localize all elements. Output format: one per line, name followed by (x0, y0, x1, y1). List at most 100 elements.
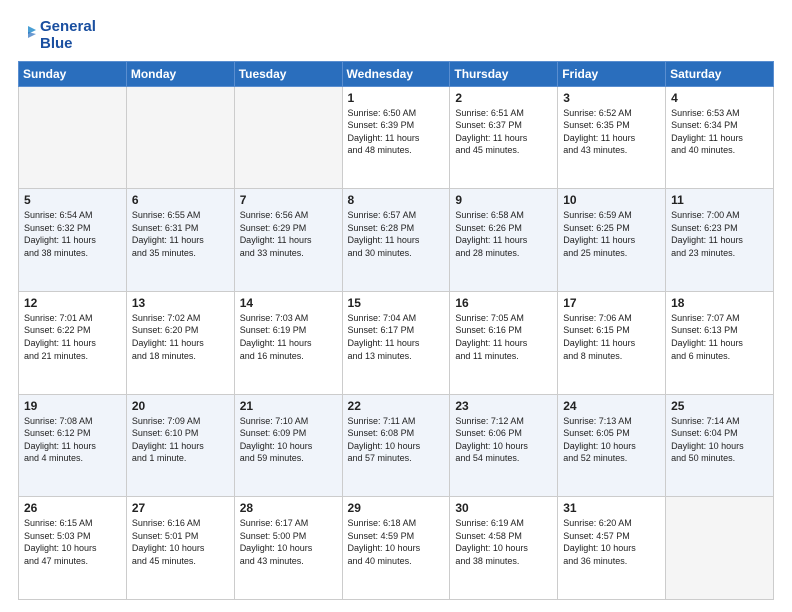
day-number: 10 (563, 193, 660, 207)
day-number: 23 (455, 399, 552, 413)
day-info: Sunrise: 7:00 AM Sunset: 6:23 PM Dayligh… (671, 209, 768, 259)
day-info: Sunrise: 6:52 AM Sunset: 6:35 PM Dayligh… (563, 107, 660, 157)
day-info: Sunrise: 7:13 AM Sunset: 6:05 PM Dayligh… (563, 415, 660, 465)
day-info: Sunrise: 7:06 AM Sunset: 6:15 PM Dayligh… (563, 312, 660, 362)
day-info: Sunrise: 7:08 AM Sunset: 6:12 PM Dayligh… (24, 415, 121, 465)
day-info: Sunrise: 7:04 AM Sunset: 6:17 PM Dayligh… (348, 312, 445, 362)
day-cell: 28 Sunrise: 6:17 AM Sunset: 5:00 PM Dayli… (234, 497, 342, 600)
weekday-wednesday: Wednesday (342, 61, 450, 86)
weekday-sunday: Sunday (19, 61, 127, 86)
day-cell: 8 Sunrise: 6:57 AM Sunset: 6:28 PM Daylig… (342, 189, 450, 292)
week-row-2: 5 Sunrise: 6:54 AM Sunset: 6:32 PM Daylig… (19, 189, 774, 292)
day-cell: 22Sunrise: 7:11 AM Sunset: 6:08 PM Dayli… (342, 394, 450, 497)
day-info: Sunrise: 7:14 AM Sunset: 6:04 PM Dayligh… (671, 415, 768, 465)
weekday-saturday: Saturday (666, 61, 774, 86)
day-number: 25 (671, 399, 768, 413)
week-row-1: 1Sunrise: 6:50 AM Sunset: 6:39 PM Daylig… (19, 86, 774, 189)
day-number: 18 (671, 296, 768, 310)
day-cell: 30 Sunrise: 6:19 AM Sunset: 4:58 PM Dayli… (450, 497, 558, 600)
day-info: Sunrise: 6:20 AM Sunset: 4:57 PM Dayligh… (563, 517, 660, 567)
day-cell: 18 Sunrise: 7:07 AM Sunset: 6:13 PM Dayli… (666, 291, 774, 394)
day-info: Sunrise: 7:03 AM Sunset: 6:19 PM Dayligh… (240, 312, 337, 362)
day-number: 4 (671, 91, 768, 105)
day-cell: 2Sunrise: 6:51 AM Sunset: 6:37 PM Daylig… (450, 86, 558, 189)
day-info: Sunrise: 7:11 AM Sunset: 6:08 PM Dayligh… (348, 415, 445, 465)
day-cell: 1Sunrise: 6:50 AM Sunset: 6:39 PM Daylig… (342, 86, 450, 189)
day-cell: 31 Sunrise: 6:20 AM Sunset: 4:57 PM Dayli… (558, 497, 666, 600)
week-row-3: 12 Sunrise: 7:01 AM Sunset: 6:22 PM Dayli… (19, 291, 774, 394)
day-info: Sunrise: 6:56 AM Sunset: 6:29 PM Dayligh… (240, 209, 337, 259)
day-cell: 26 Sunrise: 6:15 AM Sunset: 5:03 PM Dayli… (19, 497, 127, 600)
day-cell: 3 Sunrise: 6:52 AM Sunset: 6:35 PM Daylig… (558, 86, 666, 189)
day-number: 8 (348, 193, 445, 207)
day-number: 30 (455, 501, 552, 515)
day-number: 20 (132, 399, 229, 413)
day-number: 28 (240, 501, 337, 515)
logo-bird-icon (18, 24, 36, 46)
day-info: Sunrise: 6:58 AM Sunset: 6:26 PM Dayligh… (455, 209, 552, 259)
day-number: 12 (24, 296, 121, 310)
day-info: Sunrise: 6:55 AM Sunset: 6:31 PM Dayligh… (132, 209, 229, 259)
day-cell (234, 86, 342, 189)
day-cell: 16 Sunrise: 7:05 AM Sunset: 6:16 PM Dayli… (450, 291, 558, 394)
day-cell: 9 Sunrise: 6:58 AM Sunset: 6:26 PM Daylig… (450, 189, 558, 292)
day-number: 27 (132, 501, 229, 515)
day-number: 14 (240, 296, 337, 310)
day-info: Sunrise: 7:01 AM Sunset: 6:22 PM Dayligh… (24, 312, 121, 362)
day-info: Sunrise: 6:19 AM Sunset: 4:58 PM Dayligh… (455, 517, 552, 567)
day-cell: 23 Sunrise: 7:12 AM Sunset: 6:06 PM Dayli… (450, 394, 558, 497)
weekday-tuesday: Tuesday (234, 61, 342, 86)
day-cell: 24 Sunrise: 7:13 AM Sunset: 6:05 PM Dayli… (558, 394, 666, 497)
day-info: Sunrise: 7:07 AM Sunset: 6:13 PM Dayligh… (671, 312, 768, 362)
day-info: Sunrise: 6:16 AM Sunset: 5:01 PM Dayligh… (132, 517, 229, 567)
day-info: Sunrise: 6:54 AM Sunset: 6:32 PM Dayligh… (24, 209, 121, 259)
day-cell: 27 Sunrise: 6:16 AM Sunset: 5:01 PM Dayli… (126, 497, 234, 600)
page: General Blue SundayMondayTuesdayWednesda… (0, 0, 792, 612)
day-number: 13 (132, 296, 229, 310)
calendar-table: SundayMondayTuesdayWednesdayThursdayFrid… (18, 61, 774, 601)
weekday-friday: Friday (558, 61, 666, 86)
day-info: Sunrise: 7:12 AM Sunset: 6:06 PM Dayligh… (455, 415, 552, 465)
day-number: 31 (563, 501, 660, 515)
day-cell: 17 Sunrise: 7:06 AM Sunset: 6:15 PM Dayli… (558, 291, 666, 394)
day-info: Sunrise: 6:59 AM Sunset: 6:25 PM Dayligh… (563, 209, 660, 259)
day-number: 16 (455, 296, 552, 310)
day-cell: 6Sunrise: 6:55 AM Sunset: 6:31 PM Daylig… (126, 189, 234, 292)
day-info: Sunrise: 6:53 AM Sunset: 6:34 PM Dayligh… (671, 107, 768, 157)
day-number: 7 (240, 193, 337, 207)
day-cell (19, 86, 127, 189)
day-info: Sunrise: 6:51 AM Sunset: 6:37 PM Dayligh… (455, 107, 552, 157)
day-cell: 14 Sunrise: 7:03 AM Sunset: 6:19 PM Dayli… (234, 291, 342, 394)
day-cell: 12 Sunrise: 7:01 AM Sunset: 6:22 PM Dayli… (19, 291, 127, 394)
day-cell: 29Sunrise: 6:18 AM Sunset: 4:59 PM Dayli… (342, 497, 450, 600)
day-info: Sunrise: 7:05 AM Sunset: 6:16 PM Dayligh… (455, 312, 552, 362)
day-info: Sunrise: 7:10 AM Sunset: 6:09 PM Dayligh… (240, 415, 337, 465)
day-number: 15 (348, 296, 445, 310)
day-cell: 13 Sunrise: 7:02 AM Sunset: 6:20 PM Dayli… (126, 291, 234, 394)
day-number: 19 (24, 399, 121, 413)
day-number: 26 (24, 501, 121, 515)
day-number: 3 (563, 91, 660, 105)
logo-general: General (40, 18, 96, 35)
day-cell: 25 Sunrise: 7:14 AM Sunset: 6:04 PM Dayli… (666, 394, 774, 497)
day-number: 5 (24, 193, 121, 207)
day-info: Sunrise: 7:09 AM Sunset: 6:10 PM Dayligh… (132, 415, 229, 465)
day-number: 9 (455, 193, 552, 207)
weekday-thursday: Thursday (450, 61, 558, 86)
day-info: Sunrise: 6:17 AM Sunset: 5:00 PM Dayligh… (240, 517, 337, 567)
day-cell: 7 Sunrise: 6:56 AM Sunset: 6:29 PM Daylig… (234, 189, 342, 292)
day-number: 17 (563, 296, 660, 310)
day-info: Sunrise: 6:18 AM Sunset: 4:59 PM Dayligh… (348, 517, 445, 567)
logo-blue: Blue (40, 35, 96, 52)
logo: General Blue (18, 18, 96, 53)
day-number: 1 (348, 91, 445, 105)
day-info: Sunrise: 7:02 AM Sunset: 6:20 PM Dayligh… (132, 312, 229, 362)
week-row-5: 26 Sunrise: 6:15 AM Sunset: 5:03 PM Dayli… (19, 497, 774, 600)
day-cell: 19 Sunrise: 7:08 AM Sunset: 6:12 PM Dayli… (19, 394, 127, 497)
day-cell: 4 Sunrise: 6:53 AM Sunset: 6:34 PM Daylig… (666, 86, 774, 189)
day-info: Sunrise: 6:15 AM Sunset: 5:03 PM Dayligh… (24, 517, 121, 567)
day-cell: 15 Sunrise: 7:04 AM Sunset: 6:17 PM Dayli… (342, 291, 450, 394)
day-number: 24 (563, 399, 660, 413)
weekday-monday: Monday (126, 61, 234, 86)
day-info: Sunrise: 6:57 AM Sunset: 6:28 PM Dayligh… (348, 209, 445, 259)
